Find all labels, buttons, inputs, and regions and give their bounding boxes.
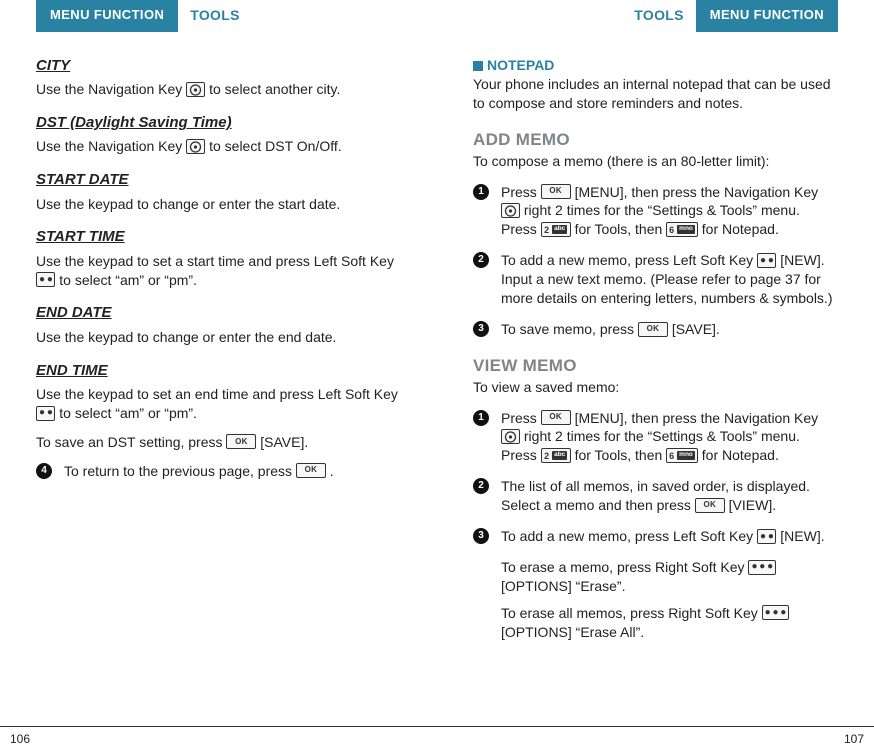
save-dst-text: To save an DST setting, press OK [SAVE]. xyxy=(36,433,401,452)
key-2-icon: 2abc xyxy=(541,222,571,237)
page-number-right: 107 xyxy=(437,727,874,747)
ok-key-icon: OK xyxy=(296,463,326,478)
view-step-2: 2 The list of all memos, in saved order,… xyxy=(473,477,838,515)
view-memo-heading: VIEW MEMO xyxy=(473,355,838,378)
add-step-1: 1 Press OK [MENU], then press the Naviga… xyxy=(473,183,838,240)
page-number-left: 106 xyxy=(0,727,437,747)
step-badge-3: 3 xyxy=(473,321,489,337)
erase-memo-text: To erase a memo, press Right Soft Key ● … xyxy=(473,558,838,596)
end-date-heading: END DATE xyxy=(36,303,401,323)
left-soft-key-icon: ● ● xyxy=(36,406,55,421)
step-badge-4: 4 xyxy=(36,463,52,479)
step-badge-3: 3 xyxy=(473,528,489,544)
page-footer: 106 107 xyxy=(0,726,874,747)
tools-label-right: TOOLS xyxy=(622,0,695,25)
right-page: TOOLS MENU FUNCTION NOTEPAD Your phone i… xyxy=(437,0,874,715)
key-2-icon: 2abc xyxy=(541,448,571,463)
menu-function-tab: MENU FUNCTION xyxy=(36,0,178,32)
left-page: MENU FUNCTION TOOLS CITY Use the Navigat… xyxy=(0,0,437,715)
key-6-icon: 6mno xyxy=(666,448,698,463)
add-memo-heading: ADD MEMO xyxy=(473,129,838,152)
ok-key-icon: OK xyxy=(695,498,725,513)
ok-key-icon: OK xyxy=(541,410,571,425)
step-badge-1: 1 xyxy=(473,410,489,426)
notepad-heading: NOTEPAD xyxy=(473,56,838,75)
start-time-heading: START TIME xyxy=(36,227,401,247)
start-date-heading: START DATE xyxy=(36,170,401,190)
erase-all-memos-text: To erase all memos, press Right Soft Key… xyxy=(473,604,838,642)
view-memo-desc: To view a saved memo: xyxy=(473,378,838,397)
end-date-text: Use the keypad to change or enter the en… xyxy=(36,328,401,347)
navigation-key-icon xyxy=(186,82,205,97)
city-text: Use the Navigation Key to select another… xyxy=(36,80,401,99)
notepad-desc: Your phone includes an internal notepad … xyxy=(473,75,838,113)
square-bullet-icon xyxy=(473,61,483,71)
city-heading: CITY xyxy=(36,56,401,76)
dst-text: Use the Navigation Key to select DST On/… xyxy=(36,137,401,156)
view-step-3: 3 To add a new memo, press Left Soft Key… xyxy=(473,527,838,546)
right-header: TOOLS MENU FUNCTION xyxy=(473,0,838,30)
add-memo-desc: To compose a memo (there is an 80-letter… xyxy=(473,152,838,171)
left-soft-key-icon: ● ● xyxy=(757,529,776,544)
ok-key-icon: OK xyxy=(541,184,571,199)
ok-key-icon: OK xyxy=(226,434,256,449)
end-time-heading: END TIME xyxy=(36,361,401,381)
right-soft-key-icon: ● ● ● xyxy=(762,605,789,620)
end-time-text: Use the keypad to set an end time and pr… xyxy=(36,385,401,423)
view-step-1: 1 Press OK [MENU], then press the Naviga… xyxy=(473,409,838,466)
add-step-3: 3 To save memo, press OK [SAVE]. xyxy=(473,320,838,339)
tools-label-left: TOOLS xyxy=(178,0,251,25)
left-soft-key-icon: ● ● xyxy=(757,253,776,268)
start-time-text: Use the keypad to set a start time and p… xyxy=(36,252,401,290)
right-soft-key-icon: ● ● ● xyxy=(748,560,775,575)
step-badge-2: 2 xyxy=(473,478,489,494)
start-date-text: Use the keypad to change or enter the st… xyxy=(36,195,401,214)
step-badge-1: 1 xyxy=(473,184,489,200)
left-soft-key-icon: ● ● xyxy=(36,272,55,287)
dst-heading: DST (Daylight Saving Time) xyxy=(36,113,401,133)
left-step-4: 4 To return to the previous page, press … xyxy=(36,462,401,481)
ok-key-icon: OK xyxy=(638,322,668,337)
navigation-key-icon xyxy=(501,429,520,444)
step-badge-2: 2 xyxy=(473,252,489,268)
navigation-key-icon xyxy=(186,139,205,154)
menu-function-tab: MENU FUNCTION xyxy=(696,0,838,32)
navigation-key-icon xyxy=(501,203,520,218)
left-header: MENU FUNCTION TOOLS xyxy=(36,0,401,30)
key-6-icon: 6mno xyxy=(666,222,698,237)
add-step-2: 2 To add a new memo, press Left Soft Key… xyxy=(473,251,838,308)
